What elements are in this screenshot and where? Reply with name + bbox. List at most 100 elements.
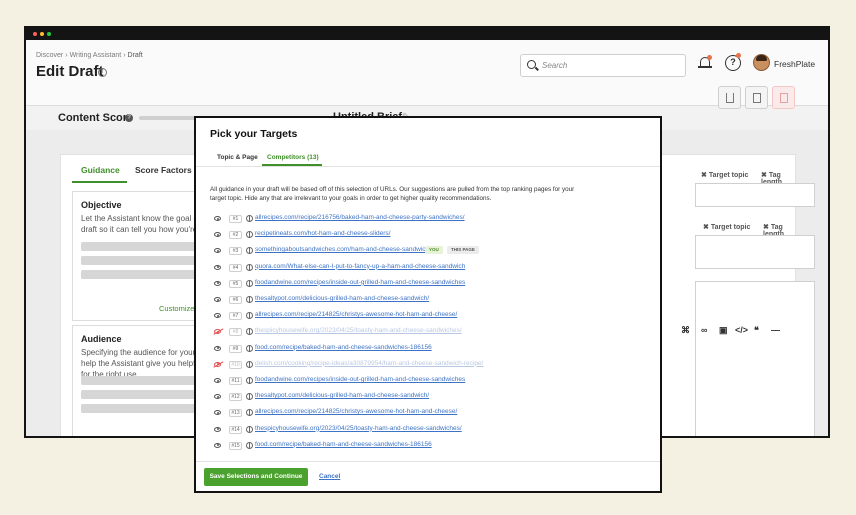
notification-bell-icon[interactable]: [698, 55, 712, 71]
modal-description: All guidance in your draft will be based…: [210, 186, 575, 202]
maximize-dot-icon[interactable]: [47, 32, 51, 36]
eye-icon[interactable]: [214, 426, 221, 432]
competitor-url-link[interactable]: food.com/recipe/baked-ham-and-cheese-san…: [255, 344, 432, 351]
eye-icon[interactable]: [214, 313, 221, 319]
eye-icon[interactable]: [214, 280, 221, 286]
tab-topic-page[interactable]: Topic & Page: [217, 154, 258, 161]
minimize-dot-icon[interactable]: [40, 32, 44, 36]
cancel-button[interactable]: Cancel: [319, 473, 340, 480]
rank-badge: #3: [229, 247, 242, 256]
help-icon[interactable]: ?: [725, 53, 741, 71]
avatar[interactable]: [753, 54, 770, 71]
account-name[interactable]: FreshPlate: [774, 59, 815, 69]
competitor-row: #2 recipetineats.com/hot-ham-and-cheese-s…: [210, 230, 650, 242]
tab-guidance[interactable]: Guidance: [81, 165, 120, 175]
share-icon: [726, 93, 734, 103]
competitor-row: #6 thesaltypot.com/delicious-grilled-ham-…: [210, 295, 650, 307]
competitor-url-link[interactable]: thespicyhousewife.org/2023/04/25/toasty-…: [255, 327, 462, 334]
competitor-row: #9 food.com/recipe/baked-ham-and-cheese-s…: [210, 344, 650, 356]
eye-icon[interactable]: [214, 232, 221, 238]
share-button[interactable]: [718, 86, 741, 109]
eye-icon[interactable]: [214, 410, 221, 416]
right-input-1[interactable]: [695, 183, 815, 207]
content-score-label: Content Score: [58, 112, 134, 124]
quote-icon[interactable]: ❝: [754, 325, 759, 336]
globe-icon: [246, 441, 253, 449]
close-dot-icon[interactable]: [33, 32, 37, 36]
divider-icon[interactable]: —: [771, 325, 780, 335]
editor-area[interactable]: [695, 281, 815, 436]
competitor-url-link[interactable]: thesaltypot.com/delicious-grilled-ham-an…: [255, 295, 429, 302]
tab-competitors[interactable]: Competitors (13): [267, 154, 319, 161]
eye-slash-icon[interactable]: [214, 361, 221, 367]
right-textarea[interactable]: [695, 235, 815, 269]
eye-slash-icon[interactable]: [214, 329, 221, 335]
competitor-row: #3 somethingaboutsandwiches.com/ham-and-c…: [210, 246, 650, 258]
eye-icon[interactable]: [214, 345, 221, 351]
globe-icon: [246, 360, 253, 368]
breadcrumb-discover[interactable]: Discover: [36, 52, 63, 59]
competitor-url-link[interactable]: thesaltypot.com/delicious-grilled-ham-an…: [255, 392, 429, 399]
strikethrough-icon[interactable]: ⌘: [681, 325, 690, 336]
document-button[interactable]: [745, 86, 768, 109]
eye-icon[interactable]: [214, 394, 221, 400]
info-icon[interactable]: i: [98, 68, 107, 77]
search-input[interactable]: Search: [520, 54, 686, 77]
globe-icon: [246, 215, 253, 222]
competitor-url-link[interactable]: delish.com/cooking/recipe-ideas/a3087995…: [255, 360, 483, 367]
link-icon[interactable]: ∞: [701, 325, 707, 335]
eye-icon[interactable]: [214, 378, 221, 383]
eye-icon[interactable]: [214, 264, 221, 270]
rank-badge: #14: [229, 425, 242, 434]
eye-icon[interactable]: [214, 216, 221, 221]
rank-badge: #7: [229, 312, 242, 321]
rank-badge: #15: [229, 441, 242, 450]
audience-title: Audience: [81, 334, 122, 344]
trash-icon: [780, 93, 788, 103]
competitor-url-link[interactable]: foodandwine.com/recipes/inside-out-grill…: [255, 279, 465, 286]
competitor-url-link[interactable]: allrecipes.com/recipe/214825/christys-aw…: [255, 311, 457, 318]
competitor-row: #5 foodandwine.com/recipes/inside-out-gri…: [210, 279, 650, 291]
competitor-row: #13 allrecipes.com/recipe/214825/christys…: [210, 408, 650, 420]
competitor-row: #14 thespicyhousewife.org/2023/04/25/toas…: [210, 425, 650, 437]
competitor-row: #4 quora.com/What-else-can-I-put-to-fancy…: [210, 263, 650, 275]
customize-link[interactable]: Customize: [159, 304, 194, 313]
save-selections-button[interactable]: Save Selections and Continue: [204, 468, 308, 486]
rank-badge: #10: [229, 360, 242, 369]
globe-icon: [246, 328, 253, 336]
modal-footer-divider: [196, 461, 660, 462]
rank-badge: #2: [229, 231, 242, 240]
image-icon[interactable]: ▣: [719, 325, 728, 336]
tab-guidance-underline: [72, 181, 127, 183]
competitor-url-link[interactable]: quora.com/What-else-can-I-put-to-fancy-u…: [255, 263, 465, 270]
competitor-url-link[interactable]: recipetineats.com/hot-ham-and-cheese-sli…: [255, 230, 390, 237]
competitor-url-link[interactable]: allrecipes.com/recipe/216756/baked-ham-a…: [255, 214, 465, 221]
target-topic-tag-2[interactable]: ✖ Target topic: [703, 223, 750, 231]
breadcrumb-writing-assistant[interactable]: Writing Assistant: [70, 52, 122, 59]
competitor-url-link[interactable]: somethingaboutsandwiches.com/ham-and-che…: [255, 246, 431, 253]
competitor-url-link[interactable]: food.com/recipe/baked-ham-and-cheese-san…: [255, 441, 432, 448]
this-page-badge: THIS PAGE: [447, 246, 479, 255]
you-badge: YOU: [425, 246, 443, 255]
competitor-url-link[interactable]: allrecipes.com/recipe/214825/christys-aw…: [255, 408, 457, 415]
competitor-url-link[interactable]: thespicyhousewife.org/2023/04/25/toasty-…: [255, 425, 462, 432]
breadcrumb: Discover › Writing Assistant › Draft: [36, 52, 143, 59]
competitor-row: #11 foodandwine.com/recipes/inside-out-gr…: [210, 376, 650, 388]
delete-button[interactable]: [772, 86, 795, 109]
globe-icon: [246, 247, 253, 255]
eye-icon[interactable]: [214, 297, 221, 302]
globe-icon: [246, 393, 253, 401]
eye-icon[interactable]: [214, 248, 221, 254]
code-icon[interactable]: </>: [735, 325, 748, 335]
rank-badge: #1: [229, 215, 242, 223]
content-score-help-icon[interactable]: ?: [125, 114, 133, 122]
rank-badge: #12: [229, 393, 242, 402]
globe-icon: [246, 263, 253, 271]
competitor-url-link[interactable]: foodandwine.com/recipes/inside-out-grill…: [255, 376, 465, 383]
eye-icon[interactable]: [214, 442, 221, 448]
target-topic-tag[interactable]: ✖ Target topic: [701, 171, 748, 179]
document-icon: [753, 93, 761, 103]
tab-score-factors[interactable]: Score Factors: [135, 165, 192, 175]
globe-icon: [246, 296, 253, 303]
modal-title: Pick your Targets: [210, 128, 298, 140]
